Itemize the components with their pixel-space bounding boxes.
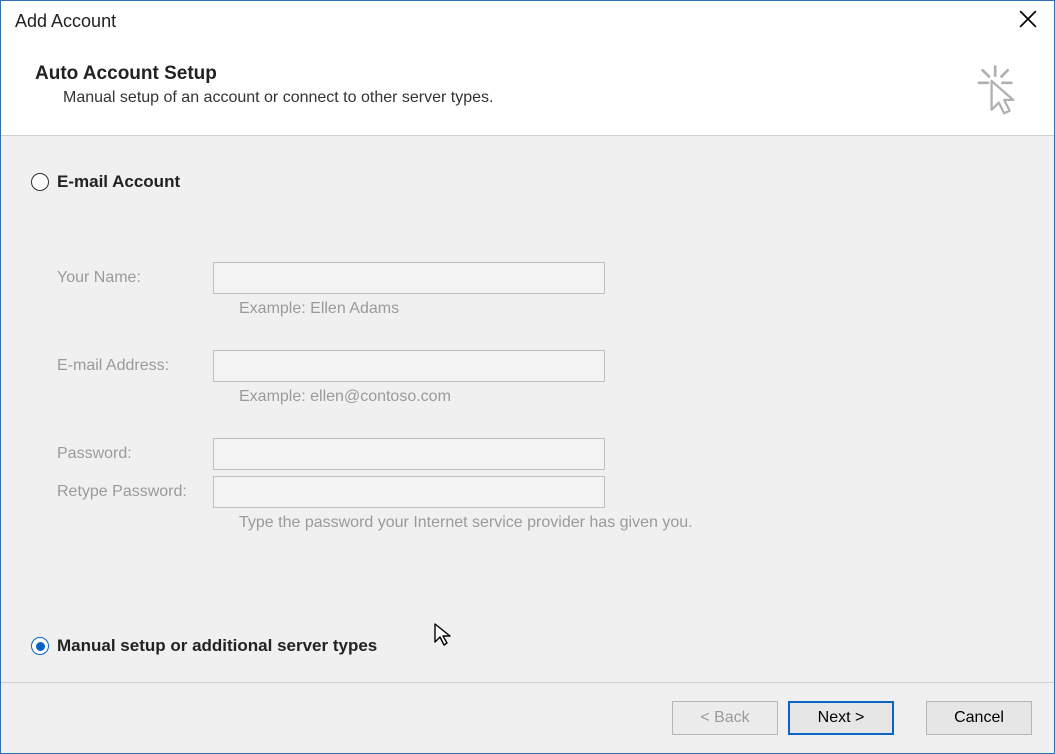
next-button[interactable]: Next > xyxy=(788,701,894,735)
header-subtitle: Manual setup of an account or connect to… xyxy=(63,89,493,107)
click-cursor-icon xyxy=(970,63,1024,117)
your-name-input xyxy=(213,262,605,294)
back-button: < Back xyxy=(672,701,778,735)
email-input xyxy=(213,350,605,382)
email-hint: Example: ellen@contoso.com xyxy=(239,388,451,406)
header-title: Auto Account Setup xyxy=(35,63,493,85)
wizard-footer: < Back Next > Cancel xyxy=(1,683,1054,753)
cancel-button[interactable]: Cancel xyxy=(926,701,1032,735)
wizard-body: E-mail Account Your Name: Example: Ellen… xyxy=(1,136,1054,683)
password-hint: Type the password your Internet service … xyxy=(239,514,693,532)
radio-icon xyxy=(31,173,49,191)
window-title: Add Account xyxy=(15,11,116,32)
radio-manual-setup[interactable]: Manual setup or additional server types xyxy=(31,636,377,656)
add-account-dialog: Add Account Auto Account Setup Manual se… xyxy=(0,0,1055,754)
password-input xyxy=(213,438,605,470)
titlebar: Add Account xyxy=(1,1,1054,41)
wizard-header: Auto Account Setup Manual setup of an ac… xyxy=(1,41,1054,136)
password-label: Password: xyxy=(57,445,213,463)
retype-password-input xyxy=(213,476,605,508)
retype-password-label: Retype Password: xyxy=(57,483,213,501)
close-icon xyxy=(1019,10,1037,33)
cursor-icon xyxy=(433,622,453,646)
close-button[interactable] xyxy=(1012,5,1044,37)
your-name-label: Your Name: xyxy=(57,269,213,287)
radio-label: E-mail Account xyxy=(57,172,180,192)
radio-selected-icon xyxy=(31,637,49,655)
email-account-form: Your Name: Example: Ellen Adams E-mail A… xyxy=(57,262,1024,532)
email-label: E-mail Address: xyxy=(57,357,213,375)
radio-email-account[interactable]: E-mail Account xyxy=(31,172,1024,192)
your-name-hint: Example: Ellen Adams xyxy=(239,300,399,318)
radio-label: Manual setup or additional server types xyxy=(57,636,377,656)
header-text: Auto Account Setup Manual setup of an ac… xyxy=(35,63,493,107)
